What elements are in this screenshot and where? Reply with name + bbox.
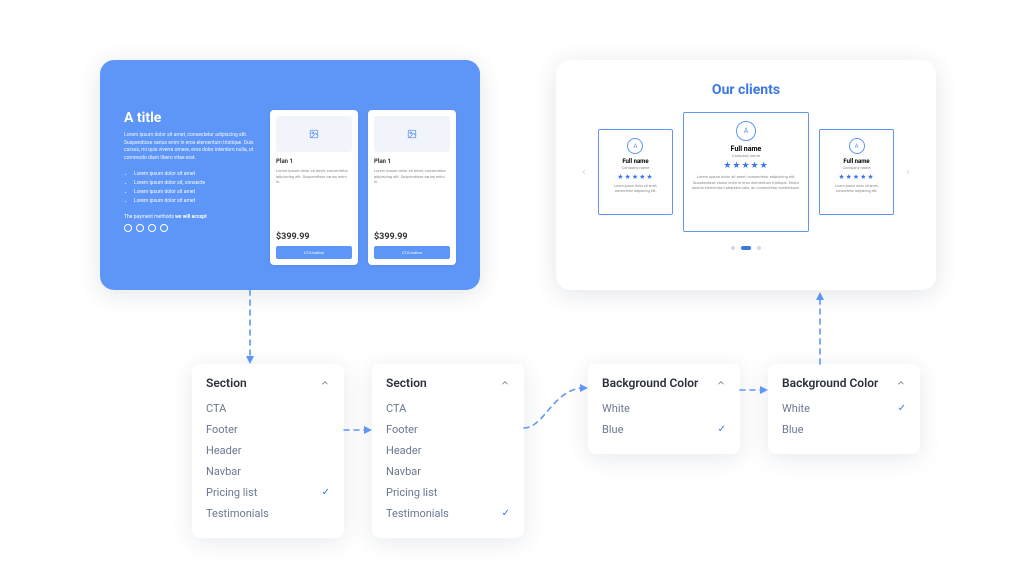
testimonial-name: Full name [622, 158, 648, 165]
dropdown-option[interactable]: White [602, 398, 726, 419]
chevron-left-icon[interactable] [580, 168, 588, 176]
dropdown-option[interactable]: CTA [206, 398, 330, 419]
plan-name: Plan 1 [374, 158, 450, 165]
dropdown-option[interactable]: Navbar [206, 461, 330, 482]
testimonial-company: Company name [843, 165, 871, 170]
dropdown-option[interactable]: Header [386, 440, 510, 461]
testimonial-card: A Full name Company name ★★★★★ Lorem ips… [819, 129, 895, 215]
dropdown-option[interactable]: Pricing list✓ [206, 482, 330, 503]
star-rating: ★★★★★ [838, 173, 874, 181]
chevron-up-icon [320, 378, 330, 388]
plan-cta-button[interactable]: CTA button [276, 246, 352, 259]
dropdown-option[interactable]: Footer [386, 419, 510, 440]
testimonial-text: Lorem ipsum dolor sit amet, consectetur … [605, 184, 667, 194]
carousel-pager[interactable] [580, 246, 912, 250]
pricing-title: A title [124, 110, 258, 126]
plan-cta-button[interactable]: CTA button [374, 246, 450, 259]
avatar: A [627, 138, 643, 154]
preview-testimonials: Our clients A Full name Company name ★★★… [556, 60, 936, 290]
chevron-up-icon [500, 378, 510, 388]
connector-arrow [790, 290, 850, 366]
background-color-dropdown[interactable]: Background Color WhiteBlue✓ [588, 364, 740, 454]
payment-method-icons [124, 224, 258, 232]
dropdown-option[interactable]: Header [206, 440, 330, 461]
testimonial-name: Full name [731, 145, 762, 153]
plan-card: Plan 1 Lorem ipsum dolor sit amet, conse… [368, 110, 456, 265]
bullet: Lorem ipsum dolor sit amet [134, 197, 258, 206]
pricing-cards: Plan 1 Lorem ipsum dolor sit amet, conse… [270, 110, 456, 266]
plan-lorem: Lorem ipsum dolor sit amet, consectetur … [374, 168, 450, 185]
star-rating: ★★★★★ [617, 173, 653, 181]
plan-card: Plan 1 Lorem ipsum dolor sit amet, conse… [270, 110, 358, 265]
pricing-copy: A title Lorem ipsum dolor sit amet, cons… [124, 110, 270, 266]
connector-arrow [740, 380, 770, 400]
plan-name: Plan 1 [276, 158, 352, 165]
dropdown-options: CTAFooterHeaderNavbarPricing listTestimo… [386, 398, 510, 524]
dropdown-option[interactable]: Blue [782, 419, 906, 440]
testimonial-text: Lorem ipsum dolor sit amet, consectetur … [690, 174, 802, 191]
avatar: A [849, 138, 865, 154]
check-icon: ✓ [502, 508, 510, 519]
dropdown-option[interactable]: White✓ [782, 398, 906, 419]
dropdown-option[interactable]: Blue✓ [602, 419, 726, 440]
testimonial-card: A Full name Company name ★★★★★ Lorem ips… [598, 129, 674, 215]
background-color-dropdown[interactable]: Background Color White✓Blue [768, 364, 920, 454]
dropdown-option[interactable]: Testimonials [206, 503, 330, 524]
testimonial-name: Full name [843, 158, 869, 165]
dropdown-title: Section [206, 376, 247, 390]
check-icon: ✓ [898, 403, 906, 414]
plan-price: $399.99 [276, 232, 352, 242]
dropdown-options: White✓Blue [782, 398, 906, 440]
payment-methods-label: The payment methods we will accept [124, 214, 258, 220]
dropdown-option[interactable]: Pricing list [386, 482, 510, 503]
pricing-bullets: Lorem ipsum dolor sit amet Lorem ipsum d… [124, 170, 258, 206]
image-icon [276, 116, 352, 152]
check-icon: ✓ [322, 487, 330, 498]
bullet: Lorem ipsum dolor sit amet [134, 170, 258, 179]
section-dropdown[interactable]: Section CTAFooterHeaderNavbarPricing lis… [192, 364, 344, 538]
testimonials-carousel: A Full name Company name ★★★★★ Lorem ips… [580, 112, 912, 232]
testimonial-company: Company name [622, 165, 650, 170]
chevron-up-icon [896, 378, 906, 388]
testimonial-card-active: A Full name Company name ★★★★★ Lorem ips… [683, 112, 809, 232]
image-icon [374, 116, 450, 152]
dropdown-options: WhiteBlue✓ [602, 398, 726, 440]
chevron-up-icon [716, 378, 726, 388]
plan-price: $399.99 [374, 232, 450, 242]
plan-lorem: Lorem ipsum dolor sit amet, consectetur … [276, 168, 352, 185]
testimonial-text: Lorem ipsum dolor sit amet, consectetur … [826, 184, 888, 194]
check-icon: ✓ [718, 424, 726, 435]
pricing-lorem: Lorem ipsum dolor sit amet, consectetur … [124, 132, 258, 162]
bullet: Lorem ipsum dolor sit amet [134, 188, 258, 197]
preview-pricing: A title Lorem ipsum dolor sit amet, cons… [100, 60, 480, 290]
connector-arrow [344, 420, 374, 440]
dropdown-option[interactable]: Testimonials✓ [386, 503, 510, 524]
section-dropdown[interactable]: Section CTAFooterHeaderNavbarPricing lis… [372, 364, 524, 538]
star-rating: ★★★★★ [723, 161, 768, 171]
chevron-right-icon[interactable] [904, 168, 912, 176]
testimonials-title: Our clients [580, 82, 912, 98]
dropdown-title: Background Color [602, 376, 698, 390]
testimonial-company: Company name [732, 153, 760, 158]
connector-arrow [220, 290, 280, 370]
dropdown-option[interactable]: Navbar [386, 461, 510, 482]
dropdown-title: Section [386, 376, 427, 390]
bullet: Lorem ipsum dolor sit, consecte [134, 179, 258, 188]
connector-arrow [524, 378, 590, 438]
avatar: A [736, 121, 756, 141]
dropdown-title: Background Color [782, 376, 878, 390]
dropdown-option[interactable]: CTA [386, 398, 510, 419]
dropdown-option[interactable]: Footer [206, 419, 330, 440]
dropdown-options: CTAFooterHeaderNavbarPricing list✓Testim… [206, 398, 330, 524]
